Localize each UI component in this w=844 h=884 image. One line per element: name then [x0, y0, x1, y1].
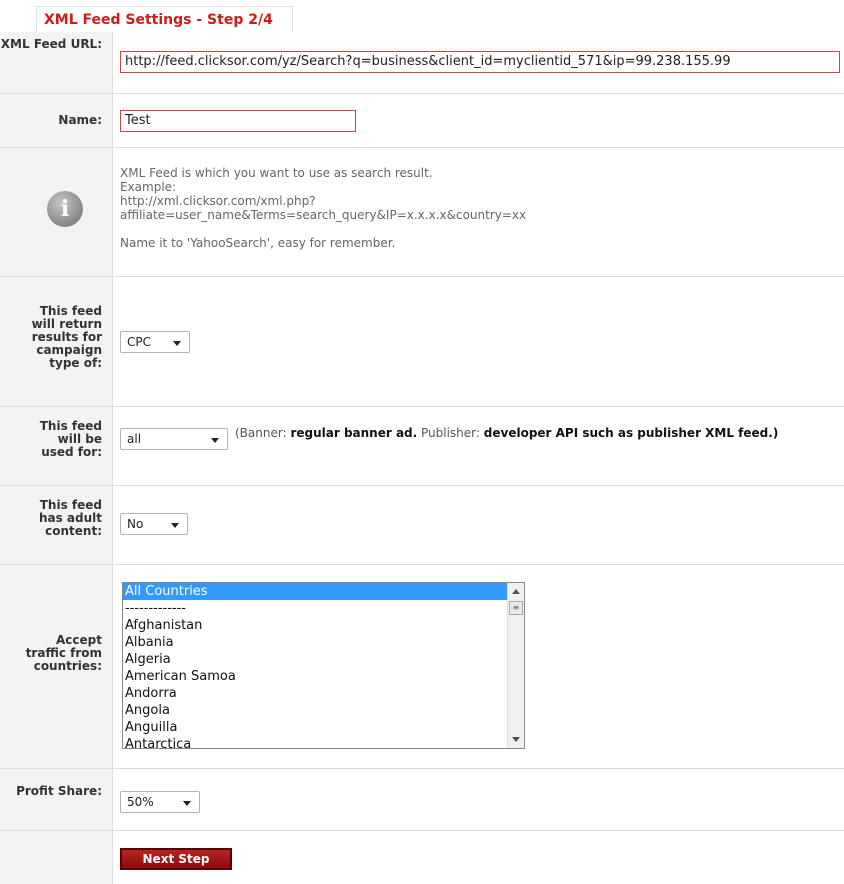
step-tab: XML Feed Settings - Step 2/4: [36, 6, 293, 33]
usage-note-publisher: developer API such as publisher XML feed…: [483, 426, 779, 440]
usage-note-open: (Banner:: [235, 426, 291, 440]
row-help: i XML Feed is which you want to use as s…: [0, 148, 844, 277]
campaign-type-value: CPC: [127, 335, 151, 349]
xml-feed-url-label: XML Feed URL:: [0, 32, 113, 93]
empty-label-cell: [0, 831, 113, 884]
profit-share-label: Profit Share:: [0, 769, 113, 830]
row-name: Name: Test: [0, 94, 844, 148]
scroll-thumb[interactable]: ≡: [509, 601, 523, 615]
country-option[interactable]: All Countries: [123, 583, 524, 600]
chevron-down-icon: [211, 438, 219, 443]
country-option[interactable]: Antarctica: [123, 736, 524, 748]
row-campaign-type: This feed will return results for campai…: [0, 277, 844, 407]
help-line: Name it to 'YahooSearch', easy for remem…: [120, 236, 396, 250]
country-option[interactable]: Albania: [123, 634, 524, 651]
chevron-down-icon: [173, 341, 181, 346]
country-option[interactable]: Angola: [123, 702, 524, 719]
row-adult: This feed has adult content: No: [0, 486, 844, 565]
chevron-down-icon: [171, 523, 179, 528]
next-step-button[interactable]: Next Step: [120, 848, 232, 870]
xml-feed-form: XML Feed URL: http://feed.clicksor.com/y…: [0, 32, 844, 884]
countries-label: Accept traffic from countries:: [0, 565, 113, 768]
row-xml-feed-url: XML Feed URL: http://feed.clicksor.com/y…: [0, 32, 844, 94]
usage-note-banner: regular banner ad.: [290, 426, 418, 440]
help-line: affiliate=user_name&Terms=search_query&I…: [120, 208, 527, 222]
row-countries: Accept traffic from countries: All Count…: [0, 565, 844, 769]
country-option[interactable]: Anguilla: [123, 719, 524, 736]
help-text: XML Feed is which you want to use as sea…: [120, 166, 526, 250]
adult-value: No: [127, 517, 144, 531]
row-next-step: Next Step: [0, 831, 844, 884]
help-line: http://xml.clicksor.com/xml.php?: [120, 194, 316, 208]
campaign-type-select[interactable]: CPC: [120, 331, 190, 353]
help-line: [120, 222, 526, 236]
name-input[interactable]: Test: [120, 110, 356, 132]
usage-label: This feed will be used for:: [0, 407, 113, 485]
countries-listbox[interactable]: All Countries ------------- Afghanistan …: [122, 582, 525, 749]
country-option[interactable]: American Samoa: [123, 668, 524, 685]
country-option[interactable]: -------------: [123, 600, 524, 617]
profit-share-value: 50%: [127, 795, 154, 809]
help-label-cell: i: [0, 148, 113, 276]
usage-note: (Banner: regular banner ad. Publisher: d…: [235, 424, 844, 443]
country-option[interactable]: Algeria: [123, 651, 524, 668]
name-label: Name:: [0, 94, 113, 147]
info-icon: i: [47, 191, 83, 227]
country-option[interactable]: Andorra: [123, 685, 524, 702]
scroll-up-icon[interactable]: [512, 589, 520, 594]
adult-select[interactable]: No: [120, 513, 188, 535]
help-line: Example:: [120, 180, 177, 194]
usage-value: all: [127, 432, 142, 446]
usage-select[interactable]: all: [120, 428, 228, 450]
chevron-down-icon: [183, 801, 191, 806]
help-line: XML Feed is which you want to use as sea…: [120, 166, 433, 180]
usage-note-mid: Publisher:: [417, 426, 484, 440]
adult-label: This feed has adult content:: [0, 486, 113, 564]
xml-feed-url-input[interactable]: http://feed.clicksor.com/yz/Search?q=bus…: [120, 51, 840, 73]
campaign-type-label: This feed will return results for campai…: [0, 277, 113, 406]
profit-share-select[interactable]: 50%: [120, 791, 200, 813]
row-profit-share: Profit Share: 50%: [0, 769, 844, 831]
row-usage: This feed will be used for: all (Banner:…: [0, 407, 844, 486]
scroll-down-icon[interactable]: [512, 737, 520, 742]
country-option[interactable]: Afghanistan: [123, 617, 524, 634]
countries-scrollbar[interactable]: ≡: [507, 583, 524, 748]
